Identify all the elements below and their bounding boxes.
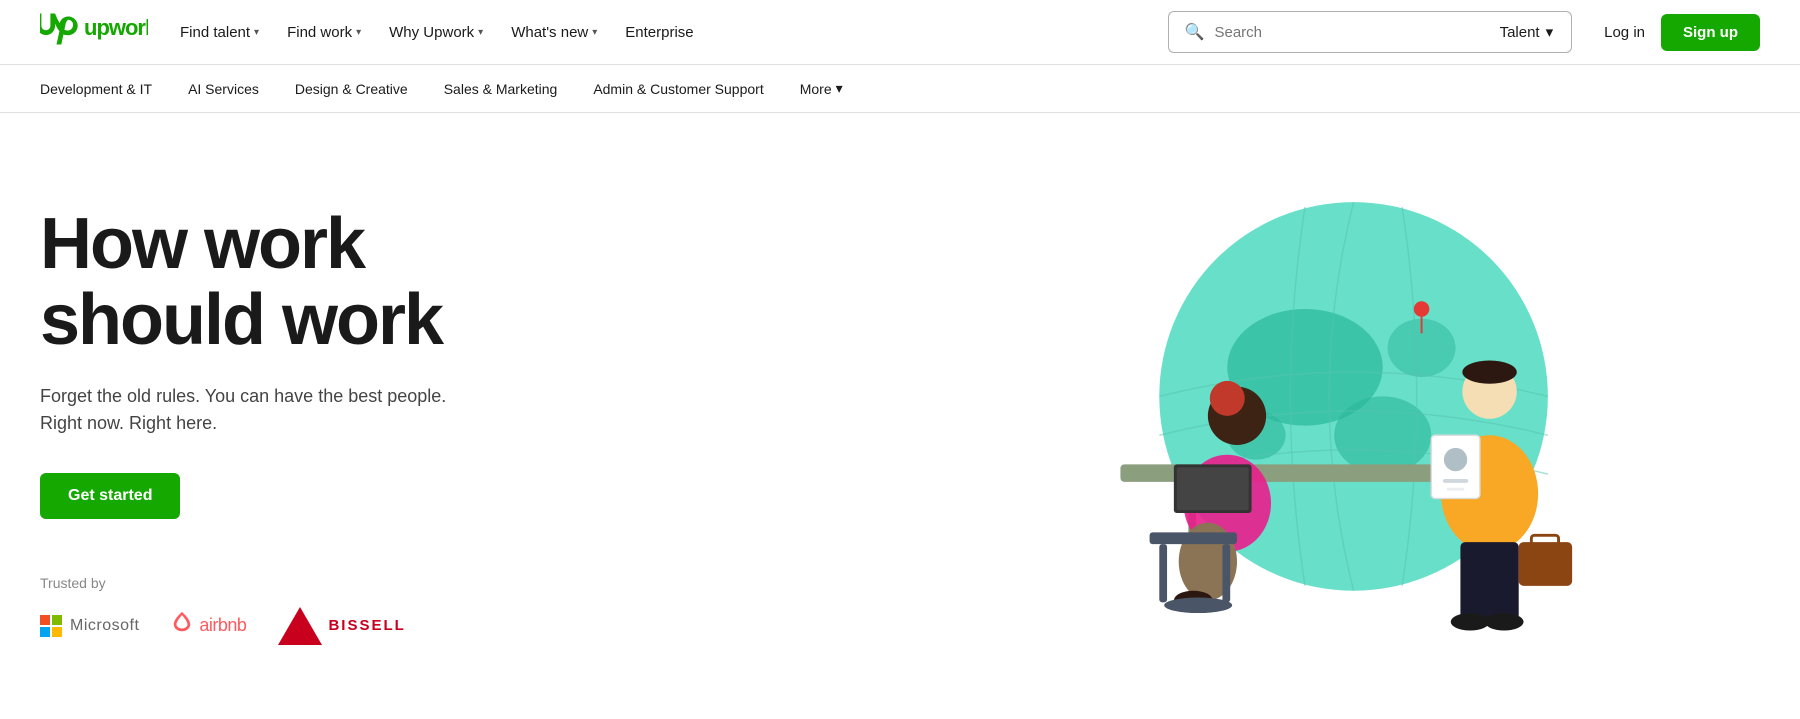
trusted-section: Trusted by Microsoft [40, 575, 640, 645]
trusted-logos: Microsoft airbnb [40, 607, 640, 645]
airbnb-logo: airbnb [171, 610, 246, 642]
microsoft-grid-icon [40, 615, 62, 637]
find-talent-chevron-icon: ▾ [254, 27, 259, 38]
search-icon: 🔍 [1185, 22, 1205, 42]
hero-content: How work should work Forget the old rule… [40, 207, 640, 644]
airbnb-text: airbnb [199, 615, 246, 636]
nav-dev-it[interactable]: Development & IT [40, 81, 152, 97]
find-work-chevron-icon: ▾ [356, 27, 361, 38]
hero-illustration [810, 113, 1800, 719]
get-started-button[interactable]: Get started [40, 473, 180, 519]
talent-chevron-icon: ▾ [1546, 23, 1554, 41]
talent-select[interactable]: Talent ▾ [1482, 11, 1573, 53]
nav-links: Find talent ▾ Find work ▾ Why Upwork ▾ W… [180, 24, 1136, 41]
microsoft-logo: Microsoft [40, 615, 139, 637]
nav-find-talent[interactable]: Find talent ▾ [180, 24, 259, 41]
nav-find-work[interactable]: Find work ▾ [287, 24, 361, 41]
hero-section: How work should work Forget the old rule… [0, 113, 1800, 719]
nav-more[interactable]: More ▾ [800, 80, 843, 97]
why-upwork-chevron-icon: ▾ [478, 27, 483, 38]
secondary-navigation: Development & IT AI Services Design & Cr… [0, 65, 1800, 113]
nav-ai-services[interactable]: AI Services [188, 81, 259, 97]
nav-enterprise[interactable]: Enterprise [625, 24, 693, 41]
more-chevron-icon: ▾ [836, 80, 843, 97]
nav-sales-marketing[interactable]: Sales & Marketing [444, 81, 558, 97]
nav-design-creative[interactable]: Design & Creative [295, 81, 408, 97]
upwork-logo[interactable]: upwork [40, 12, 148, 53]
sign-up-button[interactable]: Sign up [1661, 14, 1760, 51]
airbnb-icon [171, 610, 193, 642]
top-navigation: upwork Find talent ▾ Find work ▾ Why Upw… [0, 0, 1800, 65]
log-in-link[interactable]: Log in [1604, 24, 1645, 41]
nav-admin-support[interactable]: Admin & Customer Support [593, 81, 763, 97]
search-area: 🔍 Talent ▾ [1168, 11, 1573, 53]
svg-text:upwork: upwork [84, 15, 148, 40]
nav-right: Log in Sign up [1604, 14, 1760, 51]
bissell-text: BISSELL [328, 617, 405, 634]
nav-whats-new[interactable]: What's new ▾ [511, 24, 597, 41]
bissell-logo: BISSELL [278, 607, 405, 645]
trusted-label: Trusted by [40, 575, 640, 591]
nav-why-upwork[interactable]: Why Upwork ▾ [389, 24, 483, 41]
search-bar: 🔍 [1168, 11, 1488, 53]
microsoft-text: Microsoft [70, 617, 139, 635]
hero-svg [965, 173, 1645, 659]
hero-title: How work should work [40, 207, 640, 358]
hero-subtitle: Forget the old rules. You can have the b… [40, 383, 520, 437]
search-input[interactable] [1214, 24, 1471, 41]
whats-new-chevron-icon: ▾ [592, 27, 597, 38]
